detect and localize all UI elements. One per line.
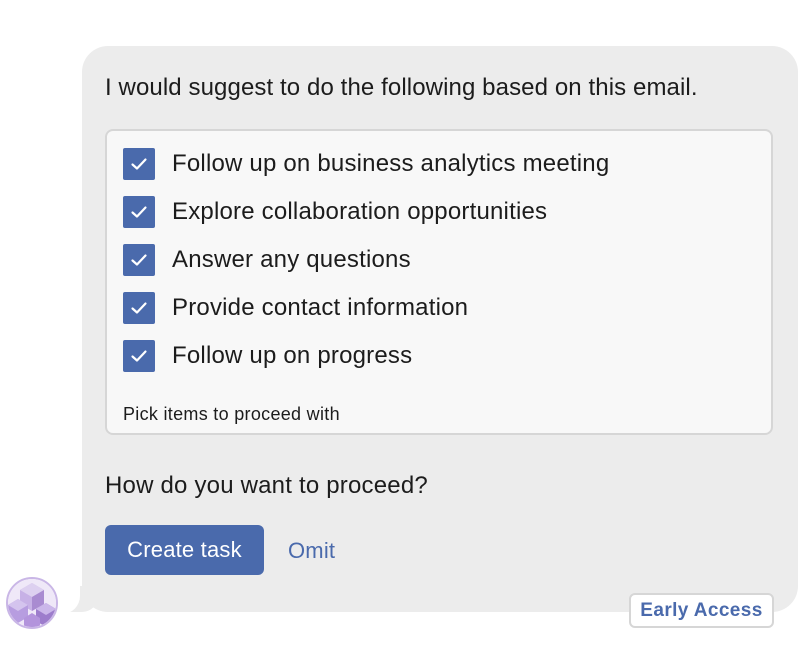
task-item-5[interactable]: Follow up on progress <box>123 340 412 372</box>
task-checkbox-3[interactable] <box>123 244 155 276</box>
task-item-4[interactable]: Provide contact information <box>123 292 468 324</box>
task-item-3[interactable]: Answer any questions <box>123 244 411 276</box>
checkmark-icon <box>131 158 147 170</box>
task-checkbox-4[interactable] <box>123 292 155 324</box>
assistant-avatar-icon <box>6 577 58 629</box>
picker-hint: Pick items to proceed with <box>123 404 340 424</box>
task-checkbox-2[interactable] <box>123 196 155 228</box>
task-picker: Follow up on business analytics meeting … <box>105 129 773 435</box>
task-checkbox-5[interactable] <box>123 340 155 372</box>
task-label: Provide contact information <box>172 294 469 321</box>
task-label: Explore collaboration opportunities <box>172 198 548 225</box>
checkmark-icon <box>131 254 147 266</box>
checkmark-icon <box>131 302 147 314</box>
create-task-button[interactable]: Create task <box>105 525 264 575</box>
chat-page: I would suggest to do the following base… <box>0 0 809 645</box>
early-access-badge[interactable]: Early Access <box>629 593 774 628</box>
proceed-question: How do you want to proceed? <box>105 472 428 499</box>
message-intro: I would suggest to do the following base… <box>105 74 698 101</box>
task-label: Follow up on progress <box>172 342 413 369</box>
omit-button[interactable]: Omit <box>288 538 335 564</box>
checkmark-icon <box>131 350 147 362</box>
task-label: Answer any questions <box>172 246 411 273</box>
task-label: Follow up on business analytics meeting <box>172 150 610 177</box>
task-checkbox-1[interactable] <box>123 148 155 180</box>
checkmark-icon <box>131 206 147 218</box>
task-item-1[interactable]: Follow up on business analytics meeting <box>123 148 609 180</box>
task-item-2[interactable]: Explore collaboration opportunities <box>123 196 547 228</box>
